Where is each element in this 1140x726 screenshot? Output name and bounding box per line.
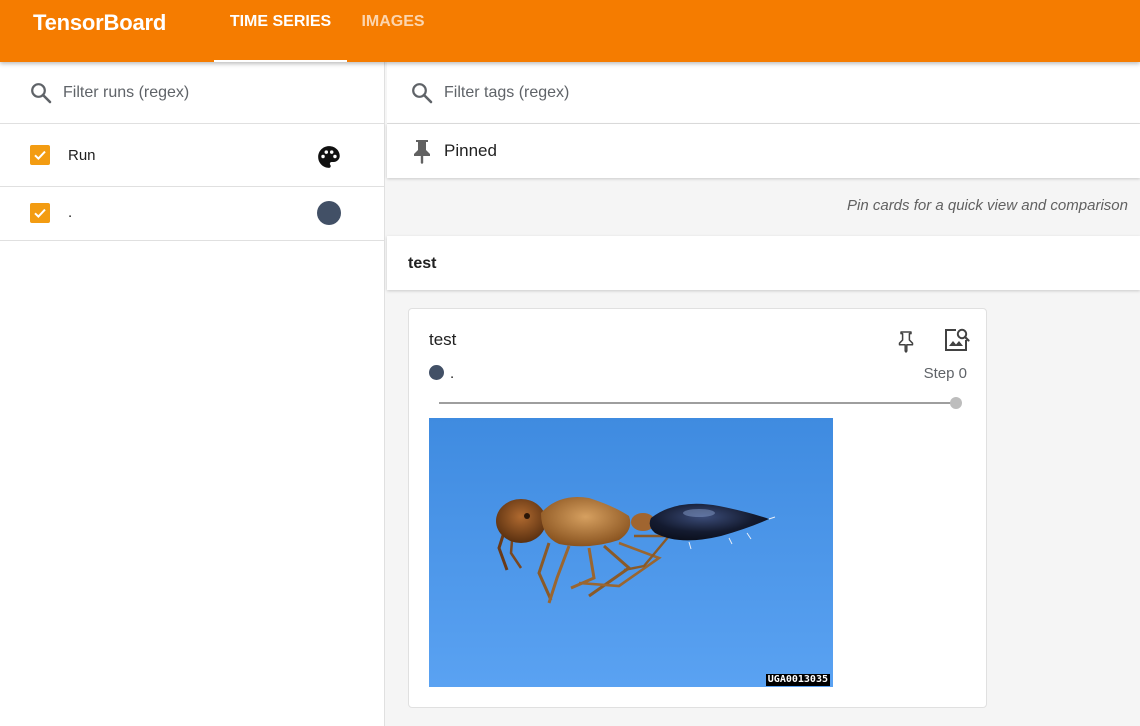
app-brand: TensorBoard [33,10,167,35]
card-run-label: . [450,365,455,382]
image-card: test . Step 0 UGA0013035 [408,308,987,708]
run-color-swatch[interactable] [317,201,341,225]
run-row-run: Run [0,124,384,187]
runs-sidebar: Filter runs (regex) Run . [0,62,385,726]
step-slider-thumb[interactable] [950,397,962,409]
search-icon [31,83,52,104]
runs-filter-input[interactable]: Filter runs (regex) [63,84,189,102]
tab-time-series[interactable]: TIME SERIES [214,0,347,62]
step-slider-track[interactable] [439,402,956,404]
tags-filter-input[interactable]: Filter tags (regex) [444,84,569,102]
run-label: Run [68,147,96,164]
pinned-title: Pinned [444,141,497,160]
tags-filter[interactable]: Filter tags (regex) [387,62,1140,124]
run-label: . [68,204,73,221]
run-color-dot [429,365,444,380]
checkmark-icon [34,208,46,219]
pin-icon [414,140,430,164]
pin-icon[interactable] [896,329,916,353]
pinned-section-header: Pinned [387,124,1140,178]
run-row-dot: . [0,187,384,241]
group-title: test [408,255,437,272]
sample-image[interactable]: UGA0013035 [429,418,833,687]
card-title: test [429,330,457,349]
search-icon [412,83,433,104]
image-caption: UGA0013035 [765,674,830,686]
ant-image [429,418,833,687]
run-checkbox[interactable] [30,145,50,165]
checkmark-icon [34,150,46,161]
main-panel: Filter tags (regex) Pinned Pin cards for… [387,62,1140,726]
image-search-icon[interactable] [942,326,970,354]
top-bar: TensorBoard TIME SERIES IMAGES [0,0,1140,62]
runs-filter[interactable]: Filter runs (regex) [0,62,384,124]
group-header[interactable]: test [387,236,1140,290]
pinned-empty-hint: Pin cards for a quick view and compariso… [847,197,1128,214]
tab-images[interactable]: IMAGES [355,0,431,62]
step-label: Step 0 [923,365,967,382]
run-checkbox[interactable] [30,203,50,223]
palette-icon[interactable] [316,144,342,170]
